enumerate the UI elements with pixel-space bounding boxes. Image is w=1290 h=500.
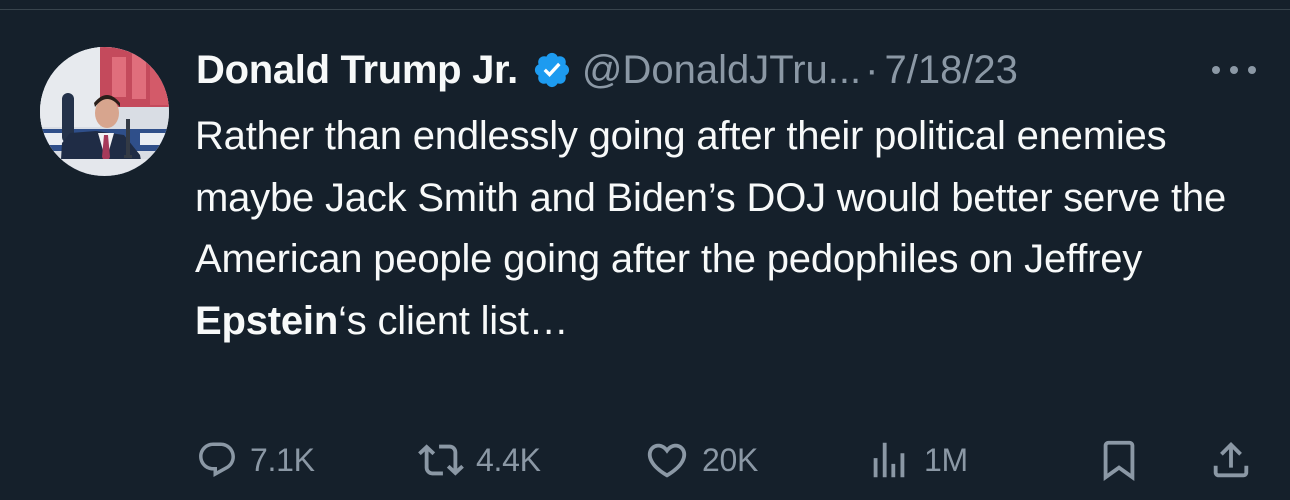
author-display-name[interactable]: Donald Trump Jr. (196, 48, 518, 93)
views-count: 1M (924, 441, 968, 478)
more-dot (1230, 66, 1238, 74)
tweet-text: Rather than endlessly going after their … (195, 106, 1245, 352)
verified-badge-icon[interactable] (532, 50, 572, 90)
tweet-header: Donald Trump Jr. @DonaldJTru... · 7/18/2… (196, 42, 1018, 98)
like-count: 20K (702, 441, 759, 478)
avatar-photo (40, 47, 169, 176)
reply-count: 7.1K (250, 441, 315, 478)
tweet-card[interactable]: Donald Trump Jr. @DonaldJTru... · 7/18/2… (0, 0, 1290, 500)
bookmark-button[interactable] (1096, 430, 1142, 490)
repost-button[interactable]: 4.4K (418, 430, 541, 490)
share-icon (1213, 441, 1249, 478)
more-dot (1248, 66, 1256, 74)
tweet-date[interactable]: 7/18/23 (884, 48, 1017, 93)
bookmark-icon (1103, 440, 1135, 481)
share-button[interactable] (1208, 430, 1254, 490)
heart-icon (647, 443, 687, 478)
tweet-text-highlight: Epstein (195, 298, 339, 343)
avatar[interactable] (40, 47, 169, 176)
tweet-text-part: ‘s client list… (338, 298, 569, 343)
author-handle[interactable]: @DonaldJTru... (582, 48, 861, 93)
divider (0, 9, 1290, 10)
tweet-actions: 7.1K 4.4K 20K 1M (0, 430, 1290, 490)
reply-icon (199, 442, 235, 477)
more-dot (1212, 66, 1220, 74)
reply-button[interactable]: 7.1K (196, 430, 315, 490)
repost-count: 4.4K (476, 441, 541, 478)
more-options-icon[interactable] (1212, 58, 1256, 82)
like-button[interactable]: 20K (644, 430, 758, 490)
repost-icon (418, 444, 464, 476)
separator-dot: · (865, 47, 879, 92)
analytics-icon (873, 442, 905, 478)
views-button[interactable]: 1M (866, 430, 968, 490)
tweet-text-part: Rather than endlessly going after their … (195, 114, 1226, 281)
